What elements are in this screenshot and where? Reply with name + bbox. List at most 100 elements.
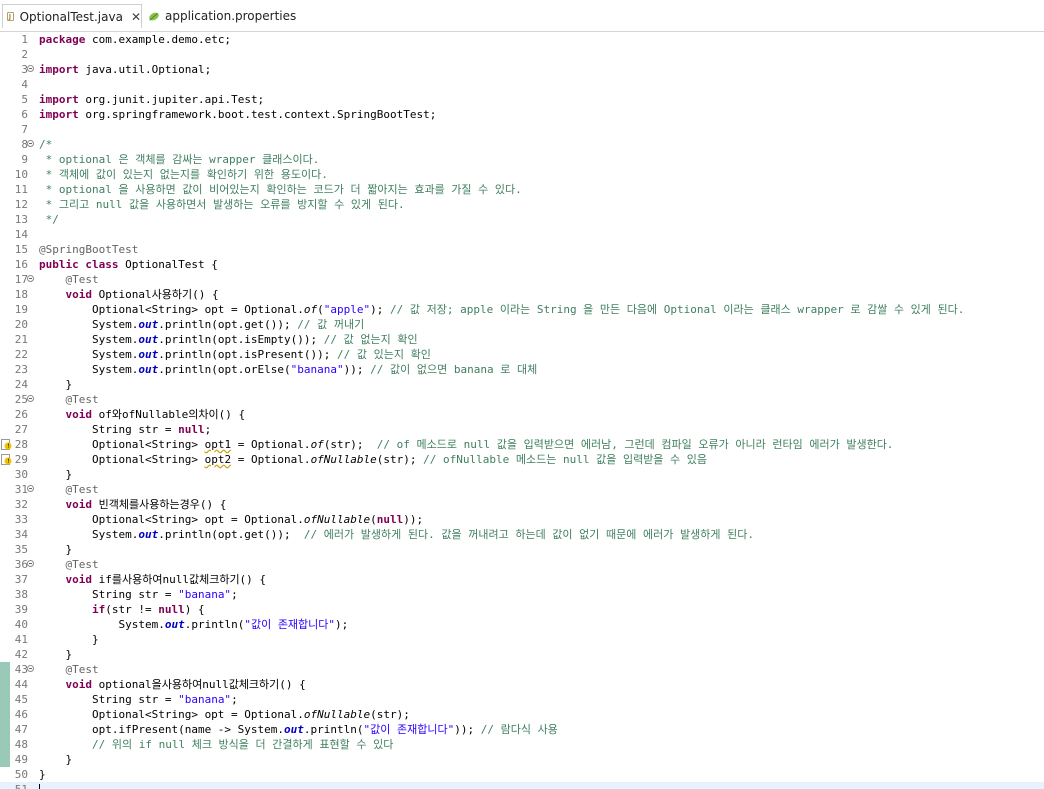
code-line[interactable]: 14: [0, 227, 1044, 242]
code-line[interactable]: 17 @Test: [0, 272, 1044, 287]
code-token: String str =: [39, 693, 179, 706]
code-line[interactable]: 33 Optional<String> opt = Optional.ofNul…: [0, 512, 1044, 527]
code-line[interactable]: 37 void if를사용하여null값체크하기() {: [0, 572, 1044, 587]
line-gutter: 37: [0, 572, 36, 587]
code-line[interactable]: 13 */: [0, 212, 1044, 227]
line-gutter: 19: [0, 302, 36, 317]
tab-optionaltest-java[interactable]: J OptionalTest.java ✕: [2, 4, 142, 28]
code-line[interactable]: 36 @Test: [0, 557, 1044, 572]
code-line[interactable]: 32 void 빈객체를사용하는경우() {: [0, 497, 1044, 512]
code-line[interactable]: 5 import org.junit.jupiter.api.Test;: [0, 92, 1044, 107]
code-line[interactable]: 1 package com.example.demo.etc;: [0, 32, 1044, 47]
code-line[interactable]: 50}: [0, 767, 1044, 782]
code-text: void of와ofNullable의차이() {: [39, 407, 246, 422]
code-line[interactable]: 12 * 그리고 null 값을 사용하면서 발생하는 오류를 방지할 수 있게…: [0, 197, 1044, 212]
code-line[interactable]: 45 String str = "banana";: [0, 692, 1044, 707]
code-line[interactable]: 31 @Test: [0, 482, 1044, 497]
code-line[interactable]: 42 }: [0, 647, 1044, 662]
code-token: "banana": [290, 363, 344, 376]
code-line[interactable]: 16 public class OptionalTest {: [0, 257, 1044, 272]
line-gutter: 9: [0, 152, 36, 167]
code-line[interactable]: 20 System.out.println(opt.get()); // 값 꺼…: [0, 317, 1044, 332]
code-text: }: [39, 632, 99, 647]
code-text: * optional 을 사용하면 값이 비어있는지 확인하는 코드가 더 짧아…: [39, 182, 522, 197]
code-token: // 값이 없으면 banana 로 대체: [363, 363, 538, 376]
line-number: 43: [14, 663, 28, 676]
code-token: System.: [39, 333, 139, 346]
code-token: import: [39, 108, 79, 121]
fold-toggle-icon[interactable]: [27, 560, 34, 567]
code-line[interactable]: 26 void of와ofNullable의차이() {: [0, 407, 1044, 422]
code-line[interactable]: 24 }: [0, 377, 1044, 392]
code-line[interactable]: 18 void Optional사용하기() {: [0, 287, 1044, 302]
code-line[interactable]: 7: [0, 122, 1044, 137]
tab-application-properties[interactable]: application.properties: [146, 4, 298, 28]
code-token: // 람다식 사용: [474, 723, 558, 736]
code-line[interactable]: 8/*: [0, 137, 1044, 152]
code-line[interactable]: 51: [0, 782, 1044, 789]
code-line[interactable]: 41 }: [0, 632, 1044, 647]
tab-label: application.properties: [165, 9, 297, 23]
code-line[interactable]: 27 String str = null;: [0, 422, 1044, 437]
fold-toggle-icon[interactable]: [27, 665, 34, 672]
code-line[interactable]: 35 }: [0, 542, 1044, 557]
line-gutter: 48: [0, 737, 36, 752]
code-line[interactable]: 6 import org.springframework.boot.test.co…: [0, 107, 1044, 122]
code-text: @Test: [39, 272, 99, 287]
code-line[interactable]: 44 void optional을사용하여null값체크하기() {: [0, 677, 1044, 692]
code-line[interactable]: 21 System.out.println(opt.isEmpty()); //…: [0, 332, 1044, 347]
line-gutter: 14: [0, 227, 36, 242]
line-number: 15: [14, 243, 28, 256]
code-token: ofNullable: [303, 513, 371, 526]
code-line[interactable]: 10 * 객체에 값이 있는지 없는지를 확인하기 위한 용도이다.: [0, 167, 1044, 182]
code-line[interactable]: 49 }: [0, 752, 1044, 767]
code-token: */: [39, 213, 59, 226]
warning-icon[interactable]: !: [1, 439, 12, 450]
code-line[interactable]: 9 * optional 은 객체를 감싸는 wrapper 클래스이다.: [0, 152, 1044, 167]
code-text: }: [39, 377, 72, 392]
code-token: (str);: [376, 453, 424, 466]
code-line[interactable]: 46 Optional<String> opt = Optional.ofNul…: [0, 707, 1044, 722]
code-token: opt2: [204, 453, 232, 466]
code-token: ));: [403, 513, 424, 526]
line-gutter: 11: [0, 182, 36, 197]
fold-toggle-icon[interactable]: [27, 275, 34, 282]
code-line[interactable]: 25 @Test: [0, 392, 1044, 407]
code-line[interactable]: 22 System.out.println(opt.isPresent()); …: [0, 347, 1044, 362]
code-token: ofNullable: [310, 453, 377, 466]
code-line[interactable]: ! 28 Optional<String> opt1 = Optional.of(…: [0, 437, 1044, 452]
code-line[interactable]: 23 System.out.println(opt.orElse("banana…: [0, 362, 1044, 377]
code-editor[interactable]: 1 package com.example.demo.etc; 2 3 import j…: [0, 32, 1044, 789]
code-line[interactable]: 3 import java.util.Optional;: [0, 62, 1044, 77]
code-token: ;: [231, 588, 238, 601]
code-text: * 그리고 null 값을 사용하면서 발생하는 오류를 방지할 수 있게 된다…: [39, 197, 405, 212]
code-token: null: [376, 513, 404, 526]
fold-toggle-icon[interactable]: [27, 65, 34, 72]
code-line[interactable]: 40 System.out.println("값이 존재합니다");: [0, 617, 1044, 632]
code-line[interactable]: 39 if(str != null) {: [0, 602, 1044, 617]
code-line[interactable]: 30 }: [0, 467, 1044, 482]
line-number: 31: [14, 483, 28, 496]
code-line[interactable]: 2: [0, 47, 1044, 62]
code-line[interactable]: ! 29 Optional<String> opt2 = Optional.ofN…: [0, 452, 1044, 467]
code-line[interactable]: 43 @Test: [0, 662, 1044, 677]
line-gutter: 38: [0, 587, 36, 602]
code-line[interactable]: 47 opt.ifPresent(name -> System.out.prin…: [0, 722, 1044, 737]
code-line[interactable]: 11 * optional 을 사용하면 값이 비어있는지 확인하는 코드가 더…: [0, 182, 1044, 197]
fold-toggle-icon[interactable]: [27, 485, 34, 492]
code-line[interactable]: 34 System.out.println(opt.get()); // 에러가…: [0, 527, 1044, 542]
code-line[interactable]: 38 String str = "banana";: [0, 587, 1044, 602]
code-token: of: [310, 438, 324, 451]
close-icon[interactable]: ✕: [131, 10, 141, 24]
change-marker: [0, 662, 10, 677]
code-line[interactable]: 48 // 위의 if null 체크 방식을 더 간결하게 표현할 수 있다: [0, 737, 1044, 752]
code-line[interactable]: 15 @SpringBootTest: [0, 242, 1044, 257]
code-line[interactable]: 4: [0, 77, 1044, 92]
warning-icon[interactable]: !: [1, 454, 12, 465]
code-token: @Test: [65, 393, 99, 406]
code-line[interactable]: 19 Optional<String> opt = Optional.of("a…: [0, 302, 1044, 317]
fold-toggle-icon[interactable]: [27, 395, 34, 402]
fold-toggle-icon[interactable]: [27, 140, 34, 147]
code-token: of와ofNullable의차이() {: [98, 408, 246, 421]
